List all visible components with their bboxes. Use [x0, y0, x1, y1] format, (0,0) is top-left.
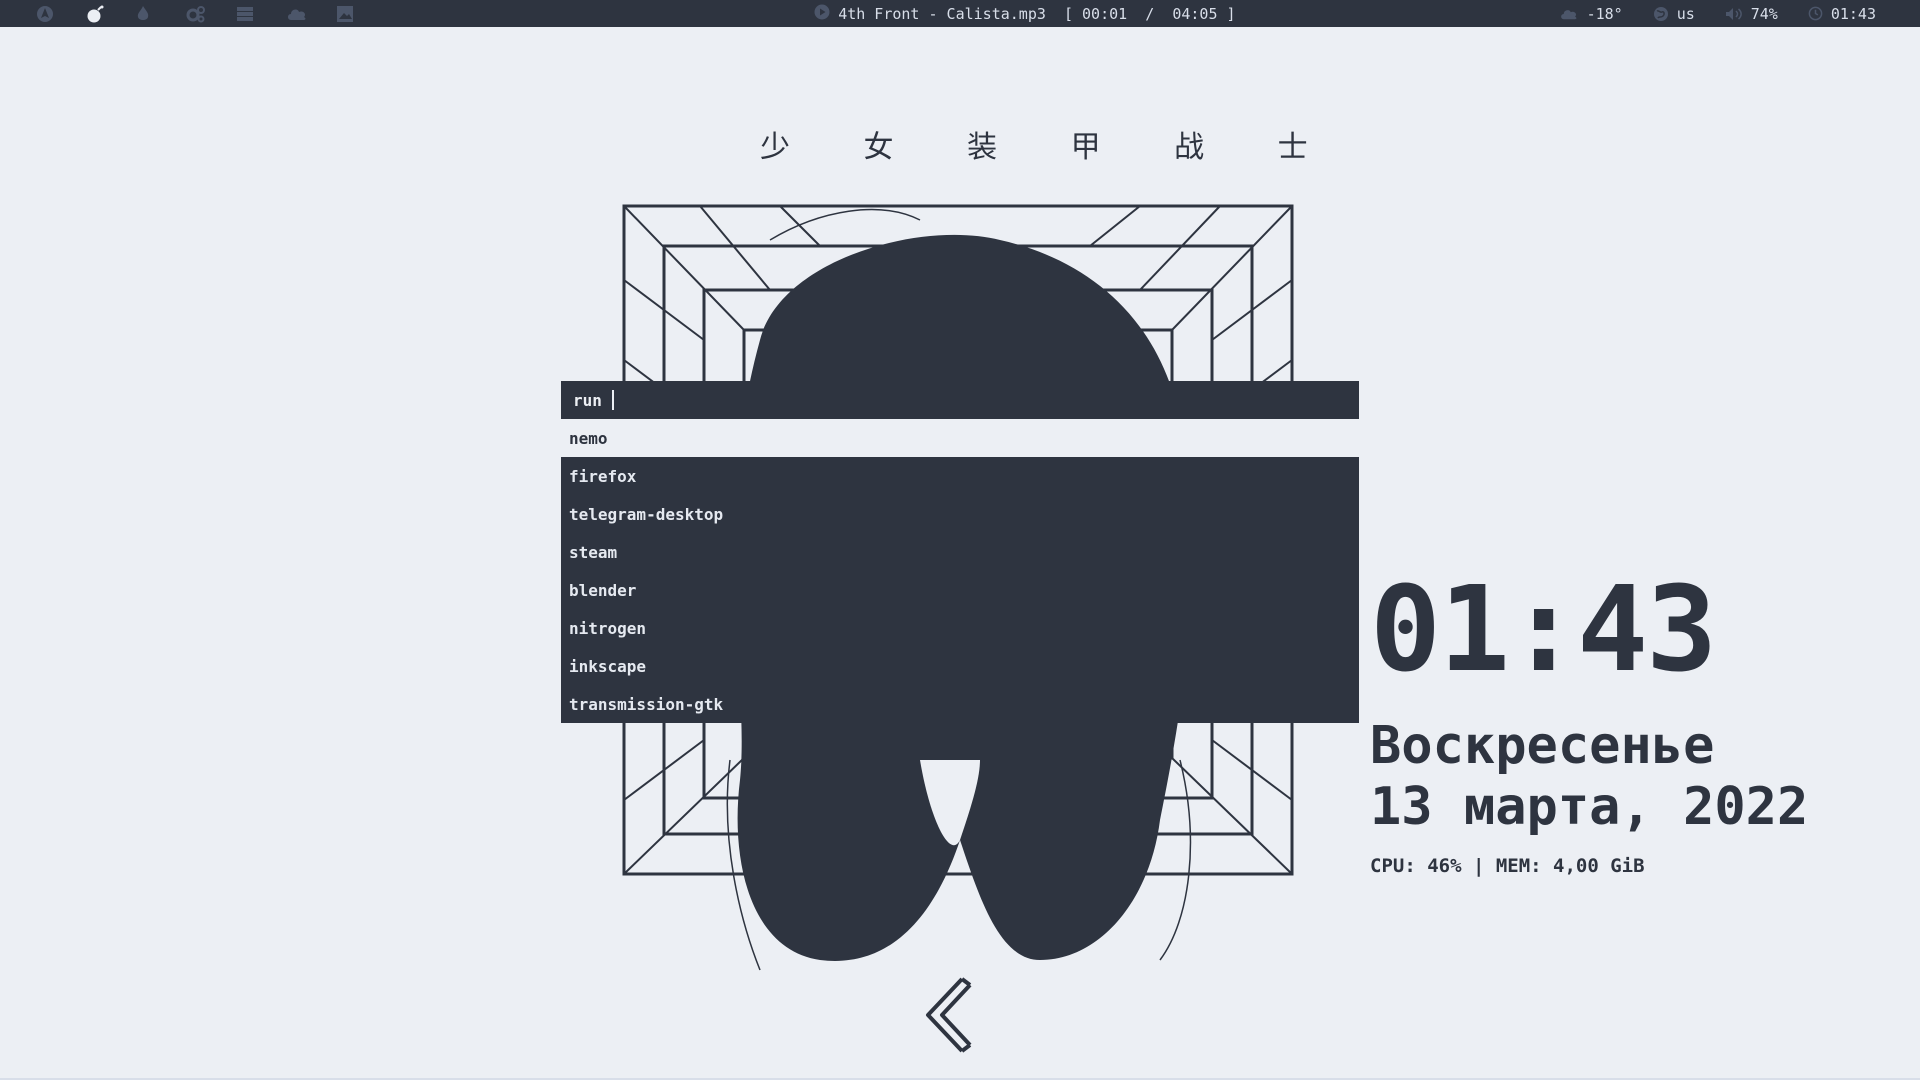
system-stats: CPU: 46% | MEM: 4,00 GiB — [1370, 855, 1645, 877]
cloud-weather-icon — [1560, 9, 1577, 19]
launcher-result-nemo[interactable]: nemo — [561, 419, 1359, 457]
launcher-result-firefox[interactable]: firefox — [561, 457, 1359, 495]
media-player[interactable]: 4th Front - Calista.mp3 [ 00:01 / 04:05 … — [760, 0, 1236, 27]
result-label: firefox — [569, 466, 637, 486]
desktop-date: 13 марта, 2022 — [1370, 777, 1809, 837]
cogs-icon[interactable] — [180, 0, 230, 27]
play-icon[interactable] — [760, 0, 830, 42]
launcher-result-blender[interactable]: blender — [561, 571, 1359, 609]
track-progress: [ 00:01 / 04:05 ] — [1063, 4, 1236, 23]
launcher-results: nemo firefox telegram-desktop steam blen… — [561, 419, 1359, 723]
result-label: telegram-desktop — [569, 504, 724, 524]
result-label: nemo — [569, 428, 608, 448]
result-label: transmission-gtk — [569, 694, 724, 714]
launcher-result-nitrogen[interactable]: nitrogen — [561, 609, 1359, 647]
cloud-icon[interactable] — [280, 0, 330, 27]
volume-module[interactable]: 74% — [1725, 5, 1778, 23]
status-area: -18° us 74% 01:43 — [1529, 0, 1876, 27]
wallpaper-title: 少 女 装 甲 战 士 — [760, 130, 1340, 165]
track-title: 4th Front - Calista.mp3 — [838, 4, 1046, 23]
result-label: steam — [569, 542, 618, 562]
volume-level: 74% — [1750, 4, 1778, 23]
launcher-result-steam[interactable]: steam — [561, 533, 1359, 571]
launcher-result-transmission[interactable]: transmission-gtk — [561, 685, 1359, 723]
prompt-label: run — [573, 390, 602, 410]
launcher-result-telegram[interactable]: telegram-desktop — [561, 495, 1359, 533]
text-caret — [611, 390, 614, 410]
kanji-logo-icon — [926, 977, 972, 1053]
globe-icon — [1653, 6, 1668, 21]
launcher-input[interactable]: run — [561, 381, 1359, 419]
arch-icon[interactable] — [30, 0, 80, 27]
result-label: nitrogen — [569, 618, 647, 638]
clock-module[interactable]: 01:43 — [1808, 5, 1876, 23]
result-label: blender — [569, 580, 637, 600]
image-icon[interactable] — [330, 0, 380, 27]
weather-temp: -18° — [1586, 4, 1623, 23]
bar-clock: 01:43 — [1830, 4, 1876, 23]
flame-icon[interactable] — [130, 0, 180, 27]
launcher-result-inkscape[interactable]: inkscape — [561, 647, 1359, 685]
desktop-weekday: Воскресенье — [1370, 716, 1715, 776]
app-launcher: run nemo firefox telegram-desktop steam … — [561, 381, 1359, 723]
clock-icon — [1808, 6, 1823, 21]
result-label: inkscape — [569, 656, 647, 676]
weather-module[interactable]: -18° — [1559, 5, 1623, 23]
workspace-switcher — [30, 0, 380, 27]
top-bar: 4th Front - Calista.mp3 [ 00:01 / 04:05 … — [0, 0, 1920, 27]
keyboard-layout-module[interactable]: us — [1653, 5, 1695, 23]
desktop-clock: 01:43 — [1370, 560, 1717, 698]
keyboard-layout: us — [1676, 4, 1695, 23]
server-icon[interactable] — [230, 0, 280, 27]
bomb-icon[interactable] — [80, 0, 130, 27]
volume-icon — [1725, 7, 1742, 20]
